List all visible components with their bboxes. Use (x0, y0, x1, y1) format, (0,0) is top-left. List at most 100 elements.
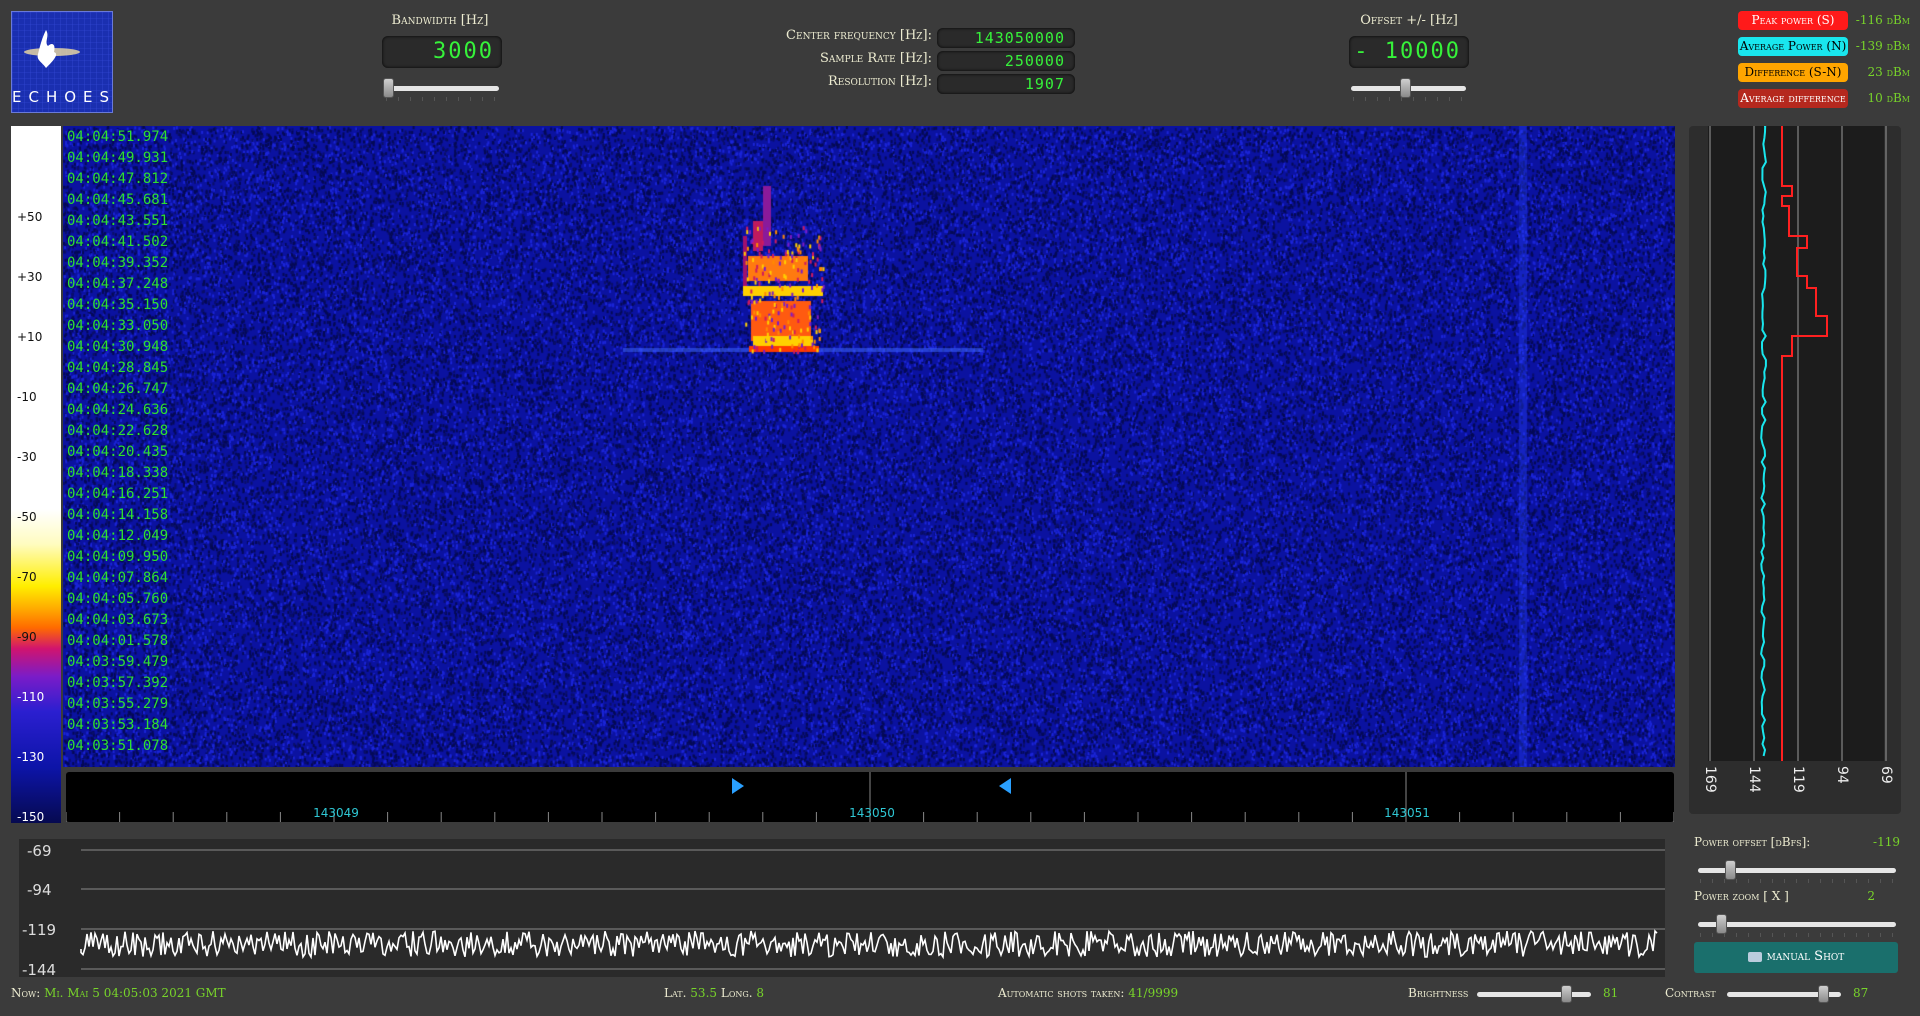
stats-panel: Peak power (S) -116 dBm Average Power (N… (1738, 11, 1910, 115)
peak-power-value: -116 dBm (1856, 13, 1910, 27)
waterfall-timestamp: 04:04:16.251 (67, 486, 168, 502)
manual-shot-label: manual Shot (1767, 949, 1845, 964)
waterfall-timestamp: 04:04:45.681 (67, 192, 168, 208)
bandwidth-slider-track[interactable] (384, 86, 499, 91)
waterfall-timestamp: 04:04:33.050 (67, 318, 168, 334)
peak-power-badge: Peak power (S) (1738, 11, 1848, 30)
bandwidth-slider-knob[interactable] (383, 78, 394, 98)
waterfall-timestamp: 04:04:09.950 (67, 549, 168, 565)
power-offset-label: Power offset [dBfs]: (1694, 835, 1810, 849)
color-scale-label: +30 (17, 270, 42, 284)
waterfall-timestamp: 04:04:49.931 (67, 150, 168, 166)
power-axis-label: 94 (1834, 766, 1850, 784)
brightness-slider-track[interactable] (1477, 992, 1591, 997)
freq-label-left: 143049 (313, 806, 359, 820)
shots-label: Automatic shots taken: (998, 986, 1124, 1000)
stat-average-power: Average Power (N) -139 dBm (1738, 37, 1910, 63)
bottom-y-label-3: -144 (22, 961, 56, 979)
waterfall-timestamp: 04:04:47.812 (67, 171, 168, 187)
power-time-plot (19, 839, 1665, 977)
frequency-axis[interactable]: 143049 143050 143051 (66, 772, 1674, 822)
waterfall-timestamp: 04:03:53.184 (67, 717, 168, 733)
manual-shot-button[interactable]: manual Shot (1694, 942, 1898, 973)
power-profile-panel: 169 144 119 94 69 (1689, 126, 1901, 814)
power-zoom-label: Power zoom [ X ] (1694, 889, 1789, 903)
waterfall-display[interactable]: 04:04:51.974 04:04:49.931 04:04:47.812 04:0… (63, 126, 1675, 767)
bottom-y-label-1: -94 (27, 881, 52, 899)
waterfall-timestamp: 04:04:18.338 (67, 465, 168, 481)
resolution-label: Resolution [Hz]: (760, 74, 932, 89)
sample-rate-label: Sample Rate [Hz]: (760, 51, 932, 66)
brightness-value: 81 (1603, 986, 1618, 1000)
bottom-y-label-2: -119 (22, 921, 56, 939)
waterfall-timestamp: 04:03:55.279 (67, 696, 168, 712)
camera-icon (1748, 952, 1762, 962)
waterfall-timestamp: 04:04:20.435 (67, 444, 168, 460)
waterfall-timestamp: 04:04:22.628 (67, 423, 168, 439)
offset-display: - 10000 (1349, 36, 1469, 68)
waterfall-timestamp: 04:04:51.974 (67, 129, 168, 145)
average-power-badge: Average Power (N) (1738, 37, 1848, 56)
left-marker-icon (732, 778, 744, 794)
stat-difference: Difference (S-N) 23 dBm (1738, 63, 1910, 89)
now-label: Now: (11, 986, 40, 1000)
waterfall-timestamp: 04:04:14.158 (67, 507, 168, 523)
difference-value: 23 dBm (1867, 65, 1910, 79)
color-scale-label: -30 (17, 450, 37, 464)
bandwidth-display: 3000 (382, 36, 502, 68)
power-time-chart: -69 -94 -119 -144 (19, 839, 1665, 977)
stat-average-difference: Average difference 10 dBm (1738, 89, 1910, 115)
color-scale-label: -10 (17, 390, 37, 404)
lat-label: Lat. (664, 986, 686, 1000)
freq-label-right: 143051 (1384, 806, 1430, 820)
power-offset-slider-knob[interactable] (1725, 860, 1736, 880)
waterfall-timestamp: 04:04:26.747 (67, 381, 168, 397)
center-frequency-label: Center frequency [Hz]: (760, 28, 932, 43)
color-scale-bar: +50 +30 +10 -10 -30 -50 -70 -90 -110 -130 -150 (11, 126, 61, 823)
freq-label-center: 143050 (849, 806, 895, 820)
bandwidth-label: Bandwidth [Hz] (380, 13, 500, 28)
long-value: 8 (756, 986, 764, 1000)
waterfall-spectrogram (63, 126, 1675, 767)
now-value: Mi. Mai 5 04:05:03 2021 GMT (44, 986, 226, 1000)
waterfall-timestamp: 04:04:03.673 (67, 612, 168, 628)
power-axis-label: 169 (1702, 766, 1718, 793)
waterfall-timestamp: 04:04:37.248 (67, 276, 168, 292)
power-zoom-slider-knob[interactable] (1716, 914, 1727, 934)
bandwidth-slider-ticks (386, 97, 496, 101)
location-status: Lat. 53.5 Long. 8 (664, 986, 764, 1000)
waterfall-timestamp: 04:04:39.352 (67, 255, 168, 271)
stat-peak-power: Peak power (S) -116 dBm (1738, 11, 1910, 37)
color-scale-label: -130 (17, 750, 44, 764)
lat-value: 53.5 (690, 986, 717, 1000)
contrast-value: 87 (1853, 986, 1868, 1000)
echoes-logo: ECHOES (11, 11, 113, 113)
color-scale-label: -90 (17, 630, 37, 644)
waterfall-timestamp: 04:04:41.502 (67, 234, 168, 250)
waterfall-timestamp: 04:04:43.551 (67, 213, 168, 229)
waterfall-timestamp: 04:04:24.636 (67, 402, 168, 418)
power-offset-value: -119 (1850, 835, 1900, 849)
power-axis-label: 144 (1746, 766, 1762, 793)
power-zoom-slider-track[interactable] (1698, 922, 1896, 927)
sample-rate-display: 250000 (937, 51, 1075, 71)
waterfall-timestamp: 04:04:05.760 (67, 591, 168, 607)
color-scale-label: +10 (17, 330, 42, 344)
color-scale-label: +50 (17, 210, 42, 224)
logo-text: ECHOES (12, 88, 112, 106)
waterfall-timestamp: 04:04:28.845 (67, 360, 168, 376)
contrast-label: Contrast (1665, 986, 1716, 1000)
power-zoom-value: 2 (1850, 889, 1875, 903)
color-scale-label: -110 (17, 690, 44, 704)
shots-status: Automatic shots taken: 41/9999 (998, 986, 1178, 1000)
power-profile-chart (1689, 126, 1901, 814)
waterfall-timestamp: 04:03:57.392 (67, 675, 168, 691)
color-scale-label: -70 (17, 570, 37, 584)
waterfall-timestamp: 04:04:30.948 (67, 339, 168, 355)
resolution-display: 1907 (937, 74, 1075, 94)
bottom-y-label-0: -69 (27, 842, 52, 860)
offset-slider-knob[interactable] (1400, 78, 1411, 98)
brightness-slider-knob[interactable] (1561, 985, 1572, 1003)
waterfall-timestamp: 04:03:59.479 (67, 654, 168, 670)
contrast-slider-knob[interactable] (1818, 985, 1829, 1003)
